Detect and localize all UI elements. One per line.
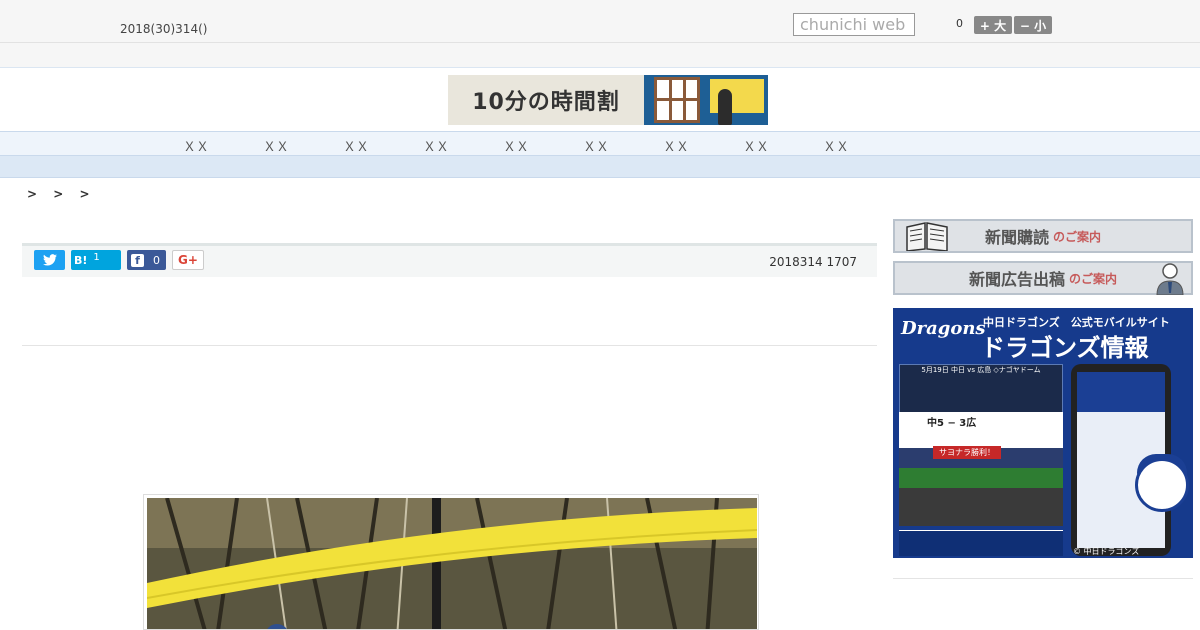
breadcrumb[interactable]: > > > xyxy=(27,187,96,201)
baseball-field xyxy=(899,448,1063,526)
font-larger-button[interactable]: + 大 xyxy=(974,16,1012,34)
publish-date: 2018314 1707 xyxy=(769,255,857,269)
phone-screen-header xyxy=(1077,372,1165,412)
nav-item[interactable]: ＸＸ xyxy=(496,136,536,155)
sidebar-divider xyxy=(893,578,1193,579)
banner-text: 10分の時間割 xyxy=(448,75,644,125)
banner-ad[interactable]: 10分の時間割 xyxy=(448,75,768,125)
facebook-icon: f xyxy=(131,253,144,267)
hatena-count: 1 xyxy=(93,251,100,263)
banner-image xyxy=(644,75,768,125)
search-input[interactable] xyxy=(793,13,915,36)
mascot-icon xyxy=(1135,458,1189,512)
scorecard xyxy=(899,412,1063,448)
font-smaller-button[interactable]: − 小 xyxy=(1014,16,1052,34)
facebook-share-button[interactable]: f 0 xyxy=(127,250,166,270)
nav-item[interactable]: ＸＸ xyxy=(176,136,216,155)
nav-item[interactable]: ＸＸ xyxy=(736,136,776,155)
google-plus-button[interactable]: G+ xyxy=(172,250,204,270)
nav-item[interactable]: ＸＸ xyxy=(816,136,856,155)
subscription-sub-label: のご案内 xyxy=(1053,229,1102,244)
dragons-logo: Dragons xyxy=(901,318,986,339)
newspaper-icon xyxy=(906,222,948,251)
sub-bar xyxy=(0,43,1200,68)
top-bar: 2018(30)314() 0 + 大 − 小 xyxy=(0,0,1200,43)
advertising-label: 新聞広告出稿 xyxy=(968,270,1065,289)
facebook-count: 0 xyxy=(153,253,160,267)
scoreboard-title: 5月19日 中日 vs 広島 ◇ナゴヤドーム xyxy=(921,366,1041,374)
dragons-copyright: © 中日ドラゴンズ xyxy=(1073,547,1140,556)
twitter-icon xyxy=(42,254,57,266)
hatena-bookmark-button[interactable]: B! 1 xyxy=(71,250,121,270)
share-bar: B! 1 f 0 G+ 2018314 1707 xyxy=(22,243,877,277)
current-date: 2018(30)314() xyxy=(120,22,208,36)
font-size-level: 0 xyxy=(956,17,963,30)
subscription-label: 新聞購読 xyxy=(984,228,1049,247)
advertising-info-button[interactable]: 新聞広告出稿 のご案内 xyxy=(893,261,1193,295)
nav-item[interactable]: ＸＸ xyxy=(576,136,616,155)
nav-item[interactable]: ＸＸ xyxy=(256,136,296,155)
article-photo[interactable] xyxy=(143,494,759,630)
subscription-info-button[interactable]: 新聞購読 のご案内 xyxy=(893,219,1193,253)
dragons-mobile-ad[interactable]: Dragons 中日ドラゴンズ 公式モバイルサイト ドラゴンズ情報 5月19日 … xyxy=(893,308,1193,558)
game-score: 中5 − 3広 xyxy=(927,418,977,429)
win-label: サヨナラ勝利！ xyxy=(933,446,1001,459)
nav-item[interactable]: ＸＸ xyxy=(416,136,456,155)
nav-item[interactable]: ＸＸ xyxy=(336,136,376,155)
section-divider xyxy=(22,345,877,346)
dragons-headline-large: ドラゴンズ情報 xyxy=(981,334,1149,362)
photo-scene xyxy=(146,497,758,629)
hatena-icon: B! xyxy=(74,253,88,267)
ad-footer-menu xyxy=(899,530,1063,556)
nav-item[interactable]: ＸＸ xyxy=(656,136,696,155)
window-illustration xyxy=(654,77,700,123)
person-illustration xyxy=(718,89,732,125)
main-nav: ＸＸ ＸＸ ＸＸ ＸＸ ＸＸ ＸＸ ＸＸ ＸＸ ＸＸ xyxy=(0,131,1200,156)
businessman-icon xyxy=(1156,263,1184,295)
advertising-sub-label: のご案内 xyxy=(1069,271,1118,286)
twitter-share-button[interactable] xyxy=(34,250,65,270)
sub-nav xyxy=(0,156,1200,178)
